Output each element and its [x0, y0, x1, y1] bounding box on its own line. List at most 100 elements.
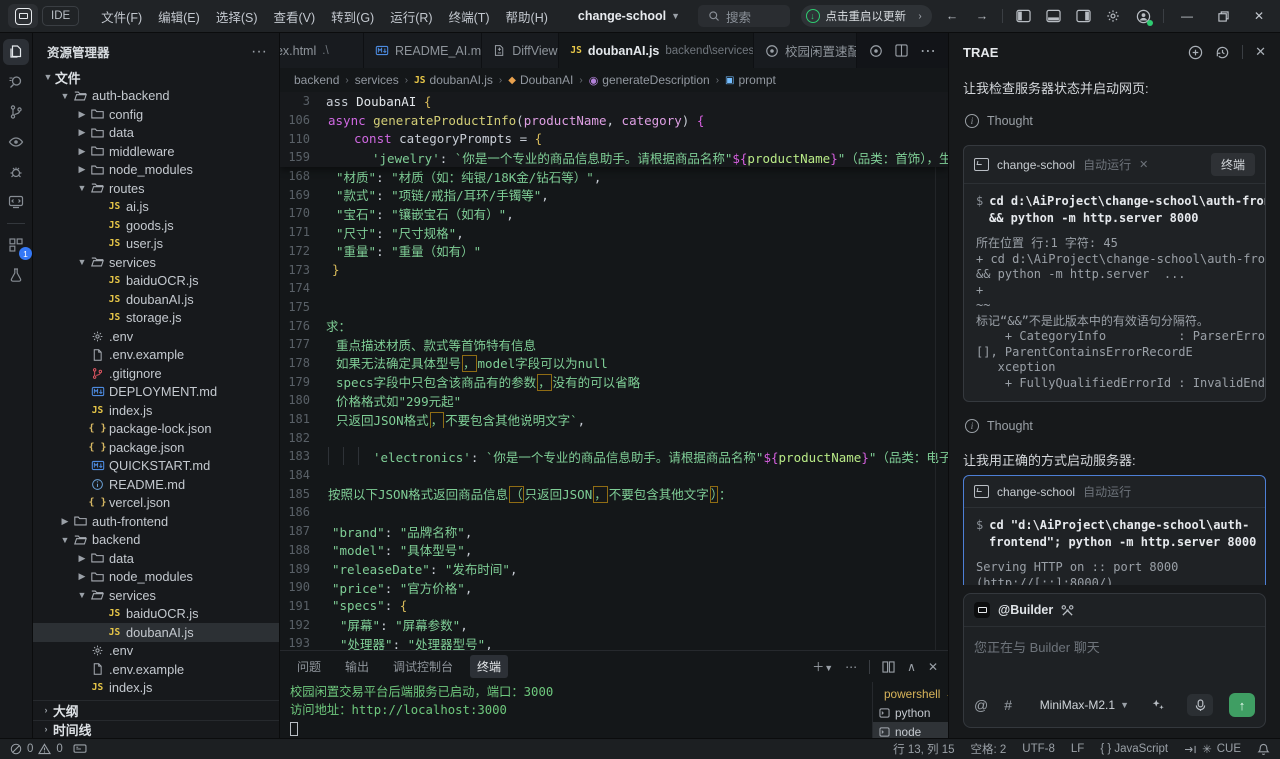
new-chat-icon[interactable]: [1188, 45, 1203, 60]
status-item-3[interactable]: LF: [1071, 743, 1084, 755]
tree-item-baiduOCR.js[interactable]: JSbaiduOCR.js: [33, 272, 279, 291]
tree-item-backend[interactable]: ▼backend: [33, 531, 279, 550]
tree-item-.env.example[interactable]: .env.example: [33, 346, 279, 365]
explorer-icon[interactable]: [3, 39, 29, 65]
search-icon[interactable]: [3, 69, 29, 95]
terminal-command-card[interactable]: change-school自动运行✕终端$cd d:\AiProject\cha…: [963, 145, 1266, 402]
status-item-1[interactable]: 空格: 2: [971, 741, 1007, 757]
shell-node[interactable]: node: [873, 722, 948, 738]
shell-python[interactable]: python: [873, 703, 948, 722]
nav-forward-button[interactable]: →: [972, 6, 992, 26]
tab-校园闲置速配[interactable]: 校园闲置速配: [754, 33, 857, 68]
menu-item-7[interactable]: 帮助(H): [498, 3, 556, 30]
toggle-preview-icon[interactable]: [869, 44, 883, 58]
history-icon[interactable]: [1215, 45, 1230, 60]
tree-item-auth-backend[interactable]: ▼auth-backend: [33, 87, 279, 106]
status-item-4[interactable]: { } JavaScript: [1100, 743, 1168, 755]
menu-item-5[interactable]: 运行(R): [382, 3, 440, 30]
chat-transcript[interactable]: 让我检查服务器状态并启动网页: i Thought change-school自…: [949, 68, 1280, 585]
editor-scrollbar[interactable]: [935, 92, 948, 650]
thought-row[interactable]: i Thought: [965, 114, 1264, 128]
agent-tools-icon[interactable]: [1061, 604, 1074, 617]
cue-status[interactable]: ✳CUE: [1184, 742, 1241, 756]
toggle-bottom-panel-button[interactable]: [1043, 6, 1063, 26]
tab-doubanAI.js[interactable]: JSdoubanAI.jsbackend\services✕: [559, 33, 754, 68]
menu-item-3[interactable]: 查看(V): [265, 3, 323, 30]
outline-section[interactable]: ›大纲: [33, 701, 279, 720]
maximize-panel-button[interactable]: ∧: [907, 660, 916, 674]
terminal-output[interactable]: 校园闲置交易平台后端服务已启动，端口：3000 访问地址：http://loca…: [280, 682, 872, 738]
shell-powershell[interactable]: powershell▲: [873, 684, 948, 703]
nav-back-button[interactable]: ←: [942, 6, 962, 26]
cancel-run-icon[interactable]: ✕: [1139, 158, 1148, 171]
tree-item-goods.js[interactable]: JSgoods.js: [33, 216, 279, 235]
tree-item-doubanAI.js[interactable]: JSdoubanAI.js: [33, 290, 279, 309]
tree-item-.env[interactable]: .env: [33, 327, 279, 346]
editor-more-icon[interactable]: ⋯: [920, 41, 936, 61]
tree-item-index.js[interactable]: JSindex.js: [33, 679, 279, 698]
menu-item-4[interactable]: 转到(G): [323, 3, 382, 30]
preview-eye-icon[interactable]: [3, 129, 29, 155]
terminal-tab-输出[interactable]: 输出: [338, 655, 376, 678]
tree-item-node_modules[interactable]: ▶node_modules: [33, 161, 279, 180]
breadcrumb-DoubanAI[interactable]: ◆DoubanAI: [508, 73, 573, 87]
tree-item-index.js[interactable]: JSindex.js: [33, 401, 279, 420]
tree-item-auth-frontend[interactable]: ▶auth-frontend: [33, 512, 279, 531]
breadcrumb-generateDescription[interactable]: ◉generateDescription: [589, 73, 710, 87]
terminal-command-card-active[interactable]: change-school自动运行$cd "d:\AiProject\chang…: [963, 475, 1266, 585]
close-panel-icon[interactable]: ✕: [1255, 44, 1266, 60]
microphone-button[interactable]: [1187, 694, 1213, 716]
breadcrumb[interactable]: backend›services›JSdoubanAI.js›◆DoubanAI…: [280, 68, 948, 92]
terminal-tab-问题[interactable]: 问题: [290, 655, 328, 678]
toggle-left-panel-button[interactable]: [1013, 6, 1033, 26]
menu-item-0[interactable]: 文件(F): [93, 3, 150, 30]
tree-item-README.md[interactable]: README.md: [33, 475, 279, 494]
send-button[interactable]: ↑: [1229, 693, 1255, 717]
tree-item-services[interactable]: ▼services: [33, 253, 279, 272]
menu-item-6[interactable]: 终端(T): [441, 3, 498, 30]
tree-item-storage.js[interactable]: JSstorage.js: [33, 309, 279, 328]
source-control-icon[interactable]: [3, 99, 29, 125]
close-panel-button[interactable]: ✕: [928, 660, 938, 674]
agent-label[interactable]: @Builder: [998, 603, 1053, 617]
tree-item-DEPLOYMENT.md[interactable]: DEPLOYMENT.md: [33, 383, 279, 402]
tree-item-baiduOCR.js[interactable]: JSbaiduOCR.js: [33, 605, 279, 624]
menu-item-2[interactable]: 选择(S): [208, 3, 266, 30]
remote-window-icon[interactable]: [3, 189, 29, 215]
open-terminal-button[interactable]: 终端: [1211, 153, 1255, 176]
tree-item-vercel.json[interactable]: { }vercel.json: [33, 494, 279, 513]
window-minimize-button[interactable]: —: [1174, 6, 1200, 26]
window-restore-button[interactable]: [1210, 6, 1236, 26]
breadcrumb-prompt[interactable]: ▣prompt: [725, 73, 776, 87]
breadcrumb-services[interactable]: services: [355, 73, 399, 87]
tree-item-package-lock.json[interactable]: { }package-lock.json: [33, 697, 279, 700]
breadcrumb-doubanAI.js[interactable]: JSdoubanAI.js: [414, 73, 493, 87]
tree-item-services[interactable]: ▼services: [33, 586, 279, 605]
tree-item-user.js[interactable]: JSuser.js: [33, 235, 279, 254]
tree-item-.env[interactable]: .env: [33, 642, 279, 661]
timeline-section[interactable]: ›时间线: [33, 720, 279, 739]
chat-input[interactable]: 您正在与 Builder 聊天: [964, 627, 1265, 685]
notifications-bell-icon[interactable]: [1257, 743, 1270, 756]
terminal-more-button[interactable]: ⋯: [845, 660, 857, 674]
new-terminal-button[interactable]: ＋▼: [812, 658, 833, 675]
tree-item-.gitignore[interactable]: .gitignore: [33, 364, 279, 383]
tree-item-package.json[interactable]: { }package.json: [33, 438, 279, 457]
tree-item-QUICKSTART.md[interactable]: QUICKSTART.md: [33, 457, 279, 476]
problems-status[interactable]: 0 0: [10, 743, 87, 755]
test-flask-icon[interactable]: [3, 262, 29, 288]
tree-item-middleware[interactable]: ▶middleware: [33, 142, 279, 161]
status-item-0[interactable]: 行 13, 列 15: [893, 741, 954, 757]
restart-to-update-button[interactable]: ↓ 点击重启以更新 ›: [801, 5, 933, 27]
workspace-switcher[interactable]: change-school▼: [578, 9, 680, 23]
tree-item-.env.example[interactable]: .env.example: [33, 660, 279, 679]
settings-gear-icon[interactable]: [1103, 6, 1123, 26]
account-icon[interactable]: [1133, 6, 1153, 26]
code-editor[interactable]: 3ass DoubanAI {106async generateProductI…: [280, 92, 948, 650]
mention-button[interactable]: @: [974, 697, 988, 713]
tree-item-doubanAI.js[interactable]: JSdoubanAI.js: [33, 623, 279, 642]
tree-item-data[interactable]: ▶data: [33, 549, 279, 568]
terminal-tab-终端[interactable]: 终端: [470, 655, 508, 678]
split-editor-icon[interactable]: [895, 44, 908, 57]
breadcrumb-backend[interactable]: backend: [294, 73, 339, 87]
